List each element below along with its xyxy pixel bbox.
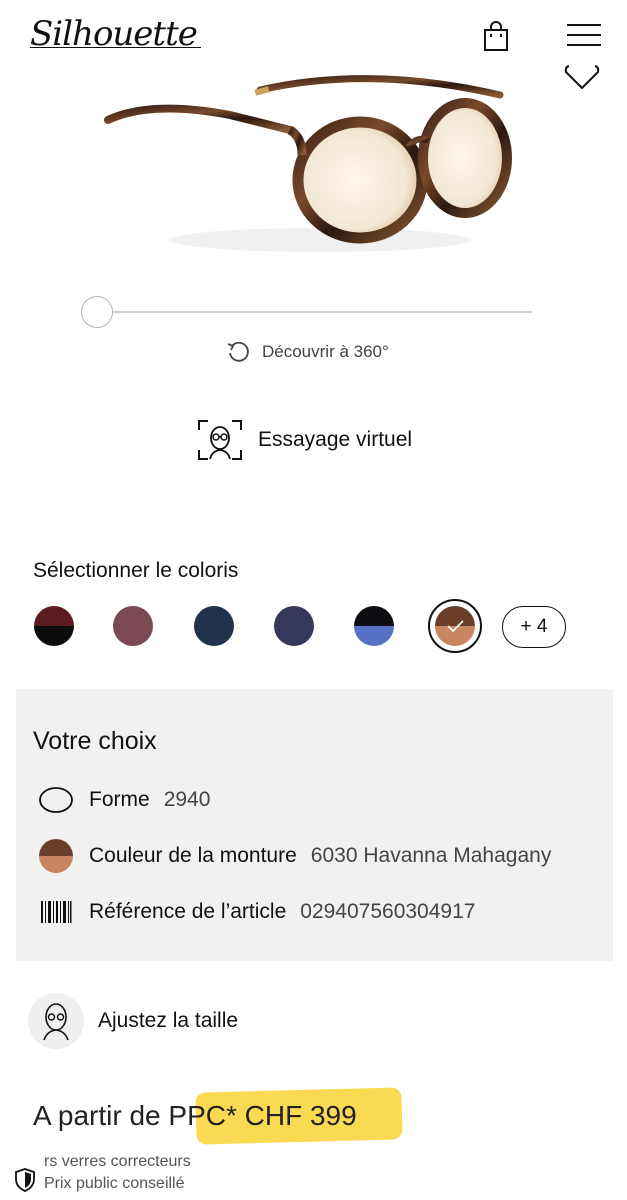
price-note-lenses: rs verres correcteurs [44, 1153, 191, 1170]
tryon-label: Essayage virtuel [258, 428, 413, 451]
discover-360-button[interactable]: Découvrir à 360° [226, 339, 389, 365]
discover-label: Découvrir à 360° [262, 342, 389, 361]
barcode-icon [38, 895, 74, 929]
heart-icon[interactable] [563, 64, 601, 94]
adjust-size-button[interactable]: Ajustez la taille [28, 993, 238, 1049]
shape-row: Forme 2940 [38, 783, 210, 817]
color-swatch[interactable] [113, 606, 153, 646]
more-colors-button[interactable]: + 4 [502, 606, 566, 648]
rotation-slider-track[interactable] [96, 311, 532, 313]
frame-color-label: Couleur de la monture [89, 844, 297, 867]
rotate-icon [227, 341, 249, 362]
product-image [104, 75, 512, 252]
shield-icon[interactable] [14, 1168, 36, 1192]
selected-swatch-ring [428, 599, 482, 653]
color-section-title: Sélectionner le coloris [33, 559, 239, 582]
color-swatch[interactable] [194, 606, 234, 646]
price-text: A partir de PPC* CHF 399 [33, 1100, 357, 1131]
face-size-icon [28, 993, 84, 1049]
your-choice-title: Votre choix [33, 727, 157, 755]
virtual-try-on-button[interactable]: Essayage virtuel [196, 418, 412, 462]
article-reference-row: Référence de l’article 029407560304917 [38, 895, 475, 929]
color-swatch[interactable] [34, 606, 74, 646]
adjust-size-label: Ajustez la taille [98, 1009, 239, 1032]
price-note-rrp: Prix public conseillé [44, 1175, 185, 1192]
your-choice-panel: Votre choix Forme 2940 Couleur de la mon… [16, 689, 613, 961]
frame-color-row: Couleur de la monture 6030 Havanna Mahag… [38, 839, 551, 873]
color-swatch[interactable] [274, 606, 314, 646]
frame-color-value: 6030 Havanna Mahagany [310, 844, 552, 867]
shape-value: 2940 [163, 788, 211, 811]
brand-logo[interactable]: Silhouette [30, 14, 201, 54]
article-reference-value: 029407560304917 [300, 900, 476, 923]
article-reference-label: Référence de l’article [89, 900, 287, 923]
shopping-bag-icon[interactable] [482, 20, 510, 52]
frame-color-swatch-icon [38, 839, 74, 873]
face-scan-icon [198, 420, 242, 460]
rotation-slider-handle[interactable] [81, 296, 113, 328]
color-swatch[interactable] [354, 606, 394, 646]
menu-icon[interactable] [567, 24, 601, 46]
shape-icon [38, 783, 74, 817]
shape-label: Forme [89, 788, 150, 811]
